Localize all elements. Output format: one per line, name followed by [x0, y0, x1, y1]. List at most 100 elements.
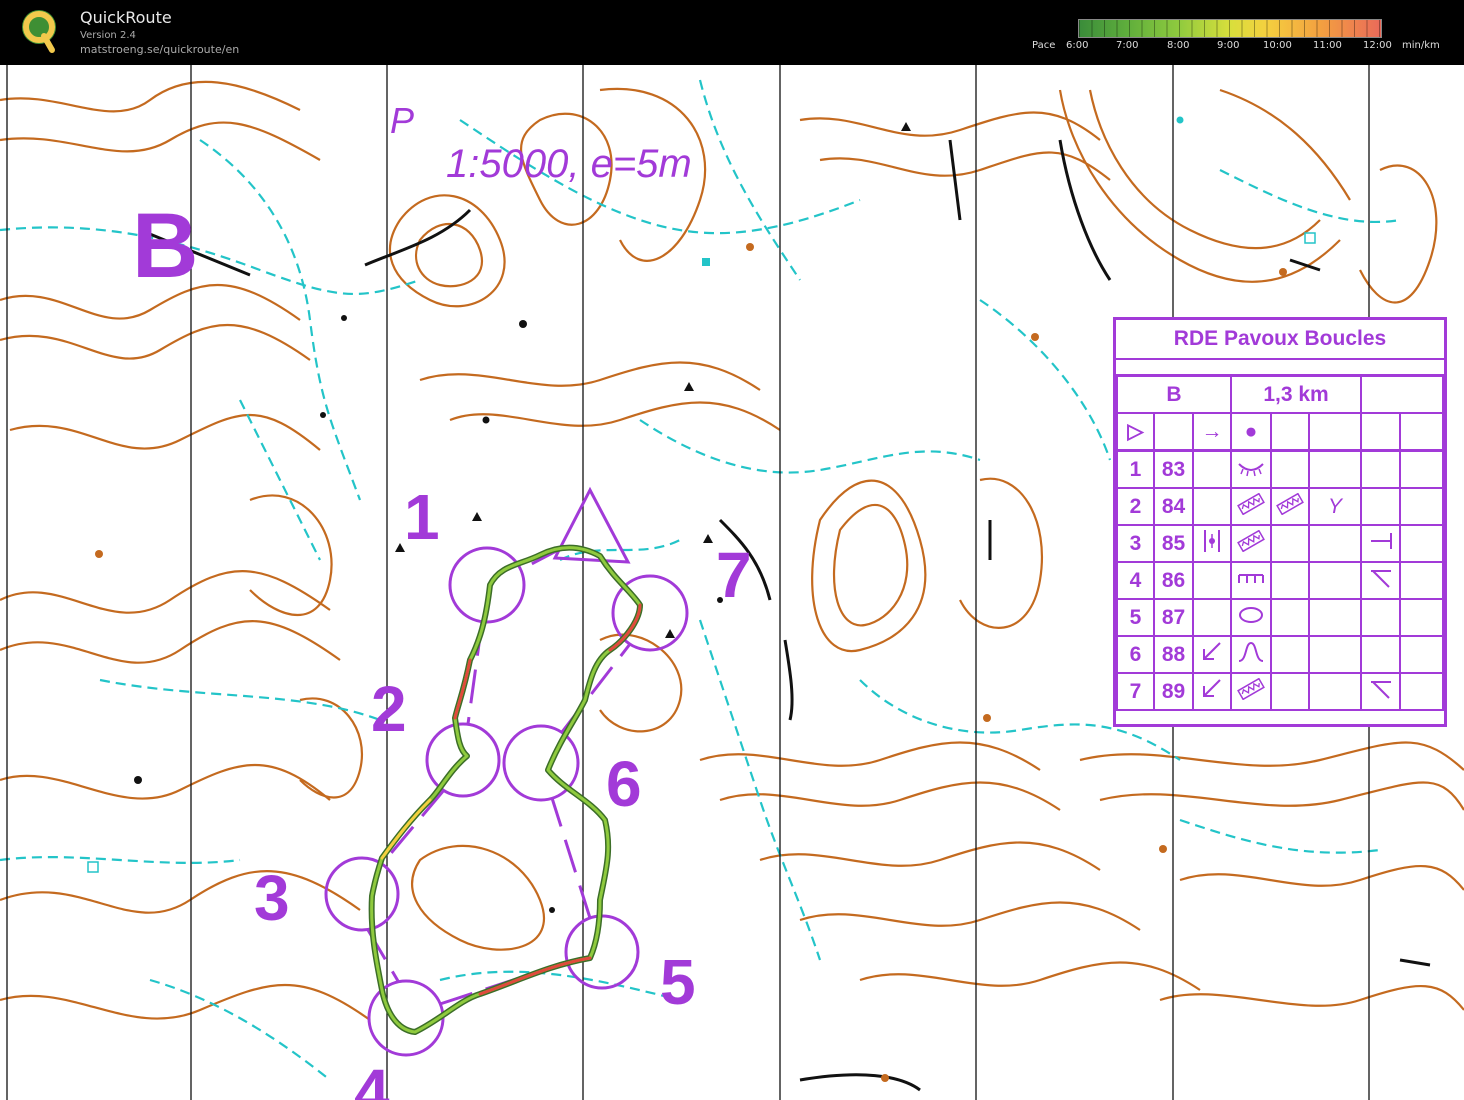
empty-cell [1399, 561, 1444, 600]
control-number-cell: 2 [1116, 487, 1155, 526]
oval-icon [1230, 598, 1273, 637]
empty-cell [1399, 524, 1444, 563]
control-code-cell: 88 [1153, 635, 1194, 674]
control-code-cell: 83 [1153, 449, 1194, 489]
empty-cell [1360, 635, 1402, 674]
control-code-cell: 84 [1153, 487, 1194, 526]
control-number-cell: 4 [1116, 561, 1155, 600]
empty-cell [1360, 449, 1402, 489]
dimension-cell: Y [1308, 487, 1363, 526]
pace-unit: min/km [1402, 40, 1440, 51]
empty-cell [1270, 598, 1311, 637]
between-icon [1191, 524, 1233, 563]
stony-ground-icon [1270, 487, 1311, 526]
pace-tick: 6:00 [1066, 40, 1089, 51]
empty-cell [1360, 412, 1402, 452]
pace-tick: 7:00 [1116, 40, 1139, 51]
pace-tick: 11:00 [1313, 40, 1342, 51]
empty-cell [1153, 412, 1194, 452]
control-number: 7 [716, 539, 752, 611]
empty-cell [1191, 487, 1233, 526]
empty-cell [1308, 561, 1363, 600]
control-code-cell: 86 [1153, 561, 1194, 600]
control-code-cell: 85 [1153, 524, 1194, 563]
control-number-cell: 7 [1116, 672, 1155, 711]
control-number: 6 [606, 748, 642, 820]
pit-row-icon [1230, 449, 1273, 489]
course-code: B [1115, 374, 1233, 414]
control-row: 4 86 [1116, 561, 1444, 600]
empty-cell [1399, 635, 1444, 674]
control-rows: 1 83 2 84 Y 3 85 4 86 5 87 6 88 7 89 [1116, 449, 1444, 711]
control-row: 6 88 [1116, 635, 1444, 674]
empty-cell [1191, 449, 1233, 489]
course-row: B 1,3 km [1115, 374, 1444, 414]
course-length: 1,3 km [1230, 374, 1363, 414]
empty-cell [1308, 598, 1363, 637]
app-url: matstroeng.se/quickroute/en [80, 43, 240, 56]
empty-cell [1308, 524, 1363, 563]
empty-cell [1308, 635, 1363, 674]
empty-cell [1399, 412, 1444, 452]
parking-symbol: P [390, 100, 414, 141]
wall-icon [1230, 561, 1273, 600]
control-number-cell: 5 [1116, 598, 1155, 637]
map-scale-text: 1:5000, e=5m [446, 142, 692, 186]
pace-label: Pace [1032, 40, 1056, 51]
empty-cell [1270, 561, 1311, 600]
stony-ground-icon [1230, 672, 1273, 711]
empty-cell [1308, 412, 1363, 452]
pace-tick: 8:00 [1167, 40, 1190, 51]
knoll-icon [1230, 635, 1273, 674]
description-table: B 1,3 km ▷ → ● 1 83 2 84 Y 3 85 4 86 5 87 6 88 7 89 [1115, 374, 1444, 711]
control-row: 2 84 Y [1116, 487, 1444, 526]
empty-cell [1308, 449, 1363, 489]
arrow-sw-icon [1191, 635, 1233, 674]
control-number: 2 [371, 673, 407, 745]
empty-cell [1399, 449, 1444, 489]
empty-cell [1191, 598, 1233, 637]
control-number: 5 [660, 946, 696, 1018]
control-row: 1 83 [1116, 449, 1444, 489]
corner-icon [1360, 672, 1402, 711]
empty-cell [1270, 672, 1311, 711]
control-number-cell: 3 [1116, 524, 1155, 563]
top-bar: QuickRoute Version 2.4 matstroeng.se/qui… [0, 0, 1464, 65]
course-letter: B [132, 195, 198, 297]
dot-icon: ● [1230, 412, 1273, 452]
control-row: 5 87 [1116, 598, 1444, 637]
empty-cell [1270, 412, 1311, 452]
empty-cell [1399, 672, 1444, 711]
control-number: 3 [254, 862, 290, 934]
empty-cell [1270, 524, 1311, 563]
control-number-cell: 6 [1116, 635, 1155, 674]
corner-icon [1360, 561, 1402, 600]
empty-cell [1399, 598, 1444, 637]
pace-tick: 10:00 [1263, 40, 1292, 51]
pace-color-scale [1078, 19, 1382, 38]
empty-cell [1360, 374, 1444, 414]
empty-cell [1360, 598, 1402, 637]
control-number: 1 [404, 481, 440, 553]
empty-cell [1399, 487, 1444, 526]
app-title: QuickRoute [80, 8, 172, 27]
start-triangle-icon: ▷ [1116, 412, 1155, 452]
quickroute-logo-icon [22, 10, 56, 53]
control-code-cell: 89 [1153, 672, 1194, 711]
app-version: Version 2.4 [80, 30, 136, 41]
empty-cell [1191, 561, 1233, 600]
empty-cell [1360, 487, 1402, 526]
arrow-sw-icon [1191, 672, 1233, 711]
event-title: RDE Pavoux Boucles [1116, 320, 1444, 360]
pace-tick: 12:00 [1363, 40, 1392, 51]
control-number-cell: 1 [1116, 449, 1155, 489]
empty-cell [1308, 672, 1363, 711]
control-code-cell: 87 [1153, 598, 1194, 637]
control-row: 3 85 [1116, 524, 1444, 563]
empty-cell [1270, 635, 1311, 674]
foot-icon [1360, 524, 1402, 563]
control-row: 7 89 [1116, 672, 1444, 711]
control-number: 4 [354, 1056, 390, 1100]
pace-tick: 9:00 [1217, 40, 1240, 51]
stony-ground-icon [1230, 487, 1273, 526]
